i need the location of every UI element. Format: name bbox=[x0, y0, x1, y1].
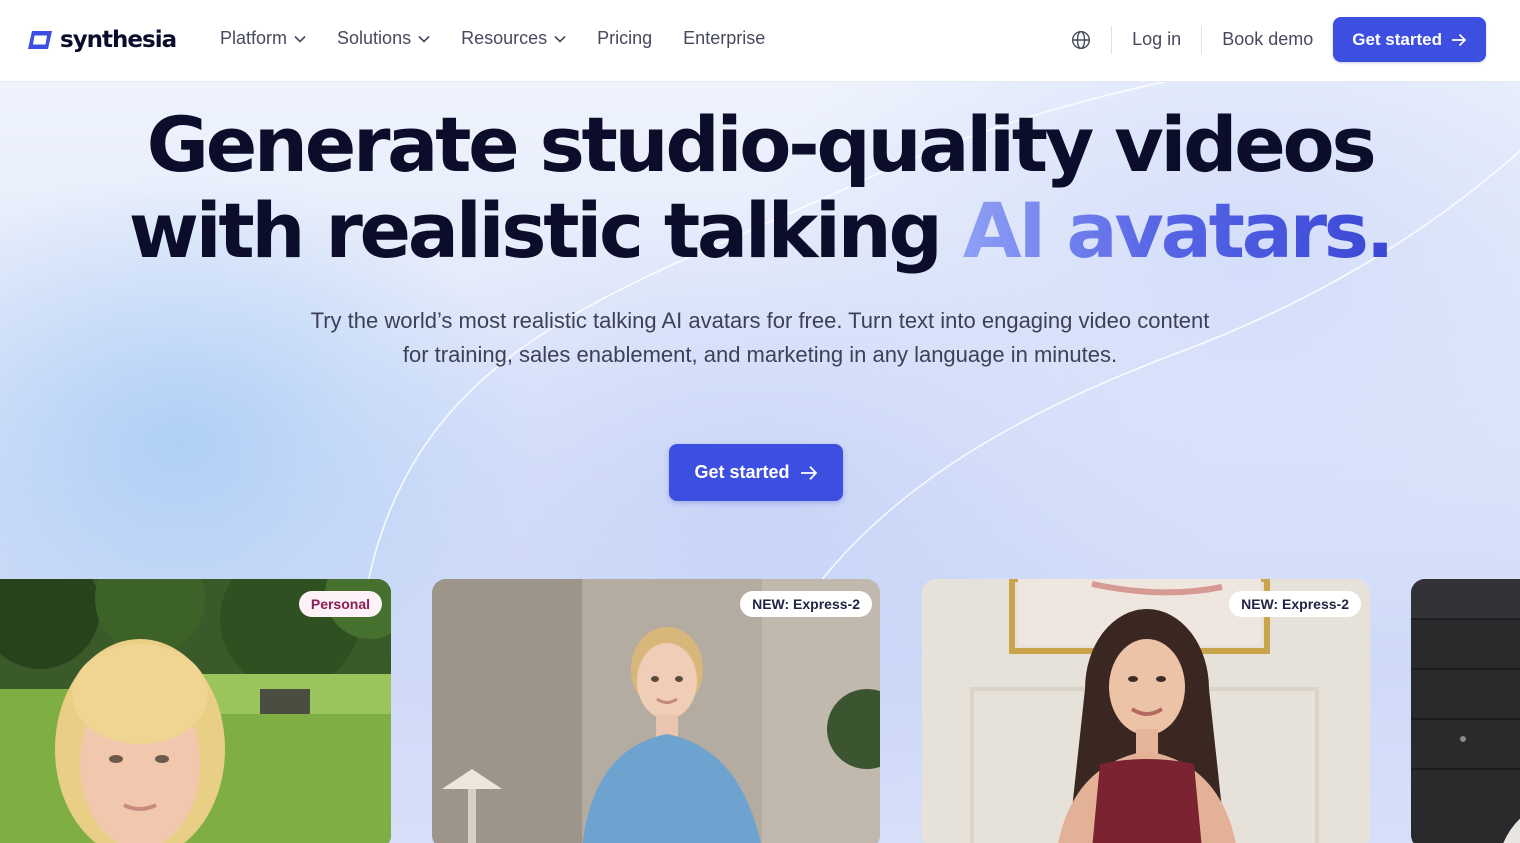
hero-subtitle: Try the world’s most realistic talking A… bbox=[310, 308, 1210, 367]
avatar-video-card[interactable]: NEW: Express-2 bbox=[432, 579, 880, 843]
nav-actions: Log in Book demo Get started bbox=[1071, 17, 1486, 62]
avatar-video-thumbnail bbox=[432, 579, 880, 843]
menu-item-enterprise[interactable]: Enterprise bbox=[683, 28, 765, 49]
menu-item-solutions[interactable]: Solutions bbox=[337, 28, 430, 49]
arrow-right-icon bbox=[800, 465, 817, 480]
avatar-video-card[interactable]: NEW: Express-2 bbox=[922, 579, 1370, 843]
card-badge: NEW: Express-2 bbox=[740, 591, 872, 617]
menu-item-label: Platform bbox=[220, 28, 288, 48]
menu-item-platform[interactable]: Platform bbox=[220, 28, 306, 49]
headline-line-1: Generate studio-quality videos bbox=[146, 100, 1377, 189]
menu-item-label: Resources bbox=[461, 28, 548, 48]
hero-section: Generate studio-quality videos with real… bbox=[0, 82, 1520, 843]
menu-item-label: Pricing bbox=[597, 28, 653, 48]
main-menu: Platform Solutions Resources Pricing Ent… bbox=[220, 28, 796, 49]
button-label: Get started bbox=[694, 462, 790, 482]
nav-get-started-button[interactable]: Get started bbox=[1333, 17, 1486, 62]
menu-item-label: Solutions bbox=[337, 28, 412, 48]
book-demo-link[interactable]: Book demo bbox=[1202, 29, 1333, 50]
avatar-video-card[interactable]: Personal bbox=[0, 579, 391, 843]
logo-mark-icon bbox=[28, 31, 52, 49]
synthesia-logo[interactable]: synthesia bbox=[26, 27, 177, 53]
card-badge: NEW: Express-2 bbox=[1229, 591, 1361, 617]
chevron-down-icon bbox=[418, 35, 430, 43]
avatar-video-card[interactable] bbox=[1411, 579, 1520, 843]
avatar-video-thumbnail bbox=[922, 579, 1370, 843]
card-badge: Personal bbox=[298, 591, 382, 617]
chevron-down-icon bbox=[554, 35, 566, 43]
menu-item-label: Enterprise bbox=[683, 28, 766, 48]
avatar-video-thumbnail bbox=[1411, 579, 1520, 843]
headline-accent: AI avatars. bbox=[962, 186, 1395, 275]
hero-get-started-button[interactable]: Get started bbox=[669, 444, 843, 501]
headline-line-2: with realistic talking bbox=[128, 186, 963, 275]
menu-item-pricing[interactable]: Pricing bbox=[597, 28, 652, 49]
button-label: Get started bbox=[1352, 29, 1442, 49]
hero-headline: Generate studio-quality videos with real… bbox=[0, 102, 1520, 274]
top-nav: synthesia Platform Solutions Resources P… bbox=[0, 0, 1520, 82]
logo-wordmark: synthesia bbox=[60, 27, 177, 53]
avatar-video-thumbnail bbox=[0, 579, 391, 843]
chevron-down-icon bbox=[294, 35, 306, 43]
login-link[interactable]: Log in bbox=[1112, 29, 1201, 50]
arrow-right-icon bbox=[1452, 33, 1467, 46]
globe-icon[interactable] bbox=[1071, 30, 1091, 50]
menu-item-resources[interactable]: Resources bbox=[461, 28, 566, 49]
